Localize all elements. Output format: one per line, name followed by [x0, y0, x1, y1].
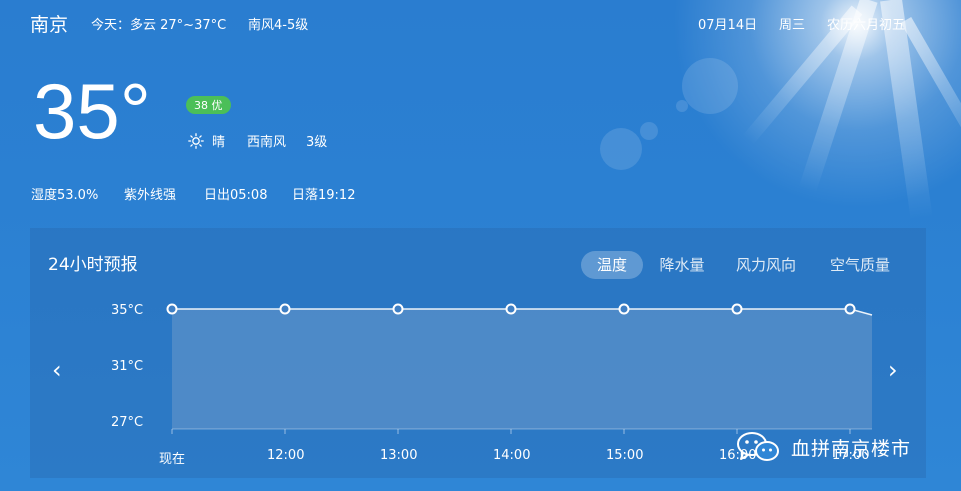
wind-direction: 西南风	[247, 135, 287, 150]
light-bubble	[600, 128, 642, 170]
temperature-point[interactable]	[731, 303, 743, 315]
watermark-text: 血拼南京楼市	[791, 437, 912, 460]
temperature-point[interactable]	[505, 303, 517, 315]
x-tick-label: 13:00	[380, 448, 418, 463]
temperature-point[interactable]	[166, 303, 178, 315]
temperature-point[interactable]	[618, 303, 630, 315]
today-wind: 南风4-5级	[248, 18, 309, 33]
sunrise-time: 日出05:08	[204, 188, 268, 203]
light-bubble	[682, 58, 738, 114]
x-tick-label: 现在	[158, 452, 185, 467]
uv-index: 紫外线强	[124, 188, 177, 203]
current-temperature: 35°	[33, 67, 151, 155]
wechat-watermark: 血拼南京楼市	[735, 430, 950, 464]
temperature-point[interactable]	[279, 303, 291, 315]
lunar-date: 农历六月初五	[827, 18, 906, 33]
x-tick-label: 14:00	[493, 448, 531, 463]
humidity: 湿度53.0%	[31, 188, 99, 203]
light-bubble	[676, 100, 688, 112]
temperature-point[interactable]	[392, 303, 404, 315]
light-bubble	[640, 122, 658, 140]
temperature-point[interactable]	[844, 303, 856, 315]
sunset-time: 日落19:12	[292, 188, 356, 203]
x-tick-label: 12:00	[267, 448, 305, 463]
city-name[interactable]: 南京	[30, 10, 68, 37]
weekday: 周三	[779, 18, 806, 33]
wechat-icon	[737, 432, 779, 461]
current-date: 07月14日	[698, 18, 758, 33]
header-bar: 南京 今天：多云 27°~37°C 南风4-5级 07月14日 周三 农历六月初…	[30, 10, 921, 36]
x-tick-label: 15:00	[606, 448, 644, 463]
sun-icon	[188, 132, 204, 149]
condition-text: 晴	[212, 135, 226, 150]
wind-level: 3级	[306, 135, 328, 150]
current-condition: 晴 西南风 3级	[188, 131, 327, 150]
aqi-badge[interactable]: 38 优	[186, 96, 231, 114]
today-forecast: 今天：多云 27°~37°C	[91, 18, 227, 33]
temperature-area	[172, 309, 872, 429]
